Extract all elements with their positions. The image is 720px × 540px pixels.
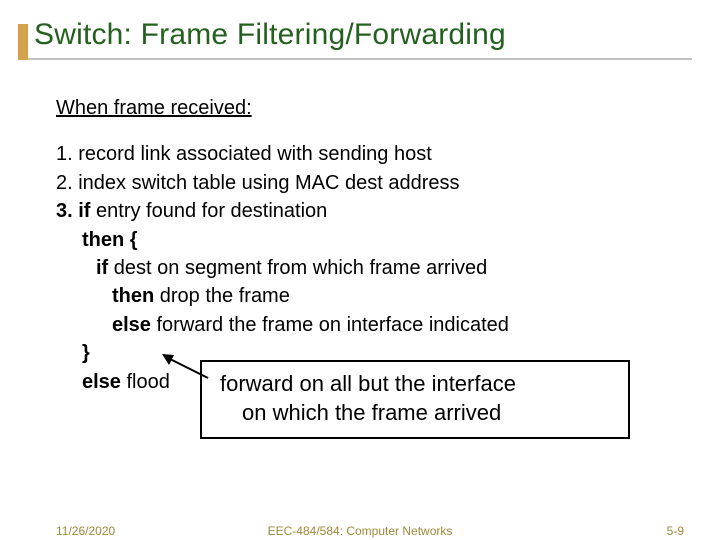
inner-if-text: dest on segment from which frame arrived [108, 257, 487, 279]
title-underline [18, 58, 692, 60]
kw-else-flood: else [82, 371, 121, 393]
step-2: 2. index switch table using MAC dest add… [56, 169, 670, 197]
then-open: then { [82, 226, 670, 254]
slide: Switch: Frame Filtering/Forwarding When … [0, 0, 720, 540]
step-3: 3. if entry found for destination [56, 197, 670, 225]
else-forward: else forward the frame on interface indi… [112, 311, 670, 339]
callout-line-2: on which the frame arrived [220, 399, 610, 428]
step-3-text: entry found for destination [90, 200, 327, 222]
then-drop-text: drop the frame [154, 285, 290, 307]
kw-else: else [112, 314, 151, 336]
footer-course: EEC-484/584: Computer Networks [0, 524, 720, 538]
callout: forward on all but the interface on whic… [200, 360, 630, 439]
received-label: When frame received: [56, 94, 670, 122]
inner-if: if dest on segment from which frame arri… [96, 254, 670, 282]
callout-box: forward on all but the interface on whic… [200, 360, 630, 439]
step-1: 1. record link associated with sending h… [56, 140, 670, 168]
slide-title: Switch: Frame Filtering/Forwarding [34, 12, 692, 52]
slide-body: When frame received: 1. record link asso… [56, 94, 670, 396]
kw-then-open: then { [82, 229, 138, 251]
brace: } [82, 342, 90, 364]
kw-then: then [112, 285, 154, 307]
callout-line-1: forward on all but the interface [220, 370, 610, 399]
then-drop: then drop the frame [112, 282, 670, 310]
else-forward-text: forward the frame on interface indicated [151, 314, 509, 336]
footer-page: 5-9 [667, 524, 684, 538]
title-accent-bar [18, 24, 28, 60]
title-block: Switch: Frame Filtering/Forwarding [18, 12, 692, 60]
kw-if2: if [96, 257, 108, 279]
kw-if: 3. if [56, 200, 90, 222]
